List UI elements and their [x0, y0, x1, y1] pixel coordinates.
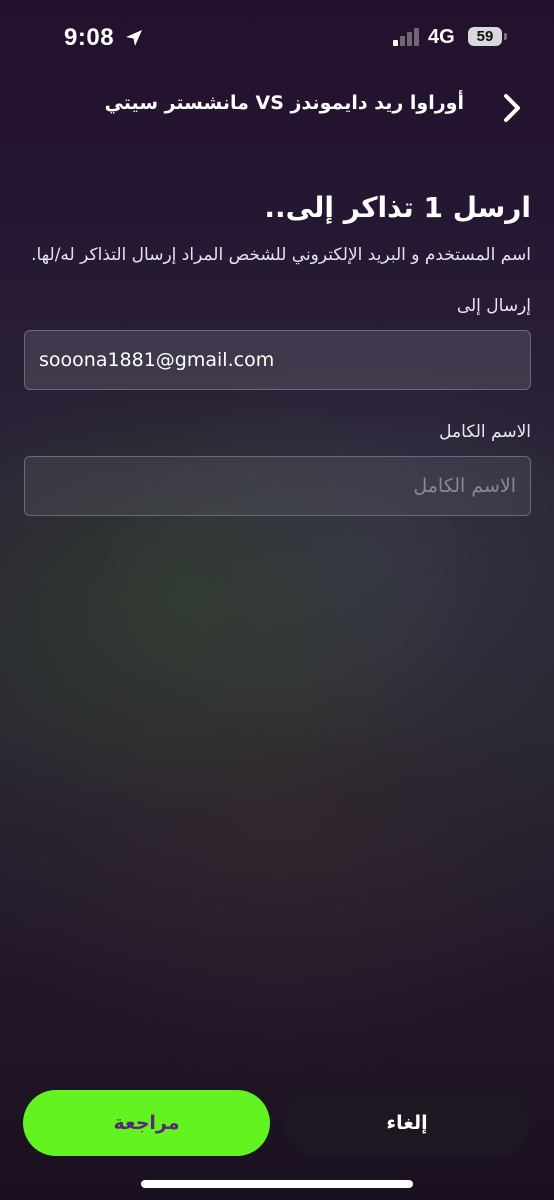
location-arrow-icon: [126, 30, 142, 46]
status-time: 9:08: [64, 24, 115, 51]
home-indicator[interactable]: [141, 1180, 413, 1188]
review-button[interactable]: مراجعة: [23, 1090, 270, 1156]
battery-icon: 59: [468, 27, 502, 46]
page-title: أوراوا ريد دايموندز VS مانشستر سيتي: [104, 92, 464, 114]
form-description: اسم المستخدم و البريد الإلكتروني للشخص ا…: [31, 245, 531, 265]
form-heading: ارسل 1 تذاكر إلى..: [264, 191, 531, 224]
battery-tip: [504, 33, 507, 40]
battery-level: 59: [476, 28, 494, 45]
send-tickets-form: ارسل 1 تذاكر إلى.. اسم المستخدم و البريد…: [22, 184, 531, 516]
network-type: 4G: [428, 26, 455, 48]
full-name-label: الاسم الكامل: [439, 422, 531, 442]
email-field[interactable]: [24, 330, 531, 390]
full-name-field[interactable]: [24, 456, 531, 516]
nav-header: أوراوا ريد دايموندز VS مانشستر سيتي: [0, 80, 554, 134]
cellular-signal-icon: [393, 28, 419, 46]
status-bar: 9:08 4G 59: [0, 0, 554, 76]
send-to-label: إرسال إلى: [456, 296, 531, 316]
cancel-button[interactable]: إلغاء: [284, 1090, 530, 1156]
back-button[interactable]: [492, 88, 532, 128]
chevron-right-icon: [504, 94, 520, 122]
